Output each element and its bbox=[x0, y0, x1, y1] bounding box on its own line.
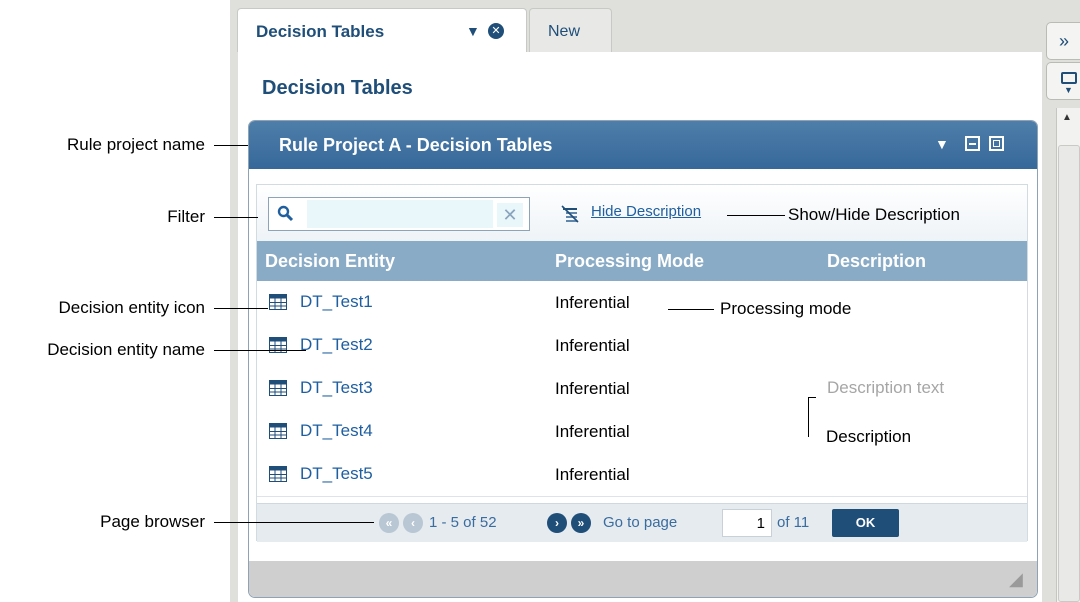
tab-decision-tables[interactable]: Decision Tables ▼ ✕ bbox=[237, 8, 527, 52]
decision-entity-name[interactable]: DT_Test3 bbox=[300, 378, 373, 398]
column-header-decision-entity[interactable]: Decision Entity bbox=[265, 251, 395, 272]
table-row[interactable]: DT_Test5 Inferential bbox=[257, 453, 1027, 497]
decision-entity-name[interactable]: DT_Test5 bbox=[300, 464, 373, 484]
decision-entity-name[interactable]: DT_Test1 bbox=[300, 292, 373, 312]
page-number-input[interactable] bbox=[722, 509, 772, 537]
page-title: Decision Tables bbox=[262, 77, 413, 99]
description-text: Description text bbox=[827, 378, 945, 397]
expand-button[interactable]: » bbox=[1046, 22, 1080, 60]
resize-grip-icon[interactable]: ◢ bbox=[1009, 569, 1023, 590]
page-count: of 11 bbox=[777, 514, 810, 531]
page-range: 1 - 5 of 52 bbox=[429, 514, 497, 531]
processing-mode: Inferential bbox=[555, 422, 630, 441]
panel-options-button[interactable]: ▼ bbox=[1046, 62, 1080, 100]
filter-box: ✕ bbox=[268, 197, 530, 231]
column-header-processing-mode[interactable]: Processing Mode bbox=[555, 251, 704, 272]
expand-icon: » bbox=[1059, 31, 1070, 51]
table-icon bbox=[269, 294, 287, 310]
callout-filter: Filter bbox=[167, 207, 205, 226]
table-header: Decision Entity Processing Mode Descript… bbox=[257, 241, 1027, 281]
scroll-up-icon[interactable]: ▲ bbox=[1062, 112, 1072, 123]
chevron-down-icon[interactable]: ▼ bbox=[466, 23, 480, 39]
processing-mode: Inferential bbox=[555, 379, 630, 398]
processing-mode: Inferential bbox=[555, 293, 630, 312]
callout-processing-mode: Processing mode bbox=[720, 299, 852, 318]
callout-page-browser: Page browser bbox=[100, 512, 205, 531]
hide-description-link[interactable]: Hide Description bbox=[591, 203, 701, 220]
table-row[interactable]: DT_Test1 Inferential bbox=[257, 281, 1027, 325]
leader-line bbox=[214, 145, 248, 146]
scrollbar-thumb[interactable] bbox=[1058, 145, 1080, 602]
panel-footer bbox=[249, 561, 1037, 597]
tab-label: Decision Tables bbox=[256, 22, 385, 41]
panel-options-icon bbox=[1061, 72, 1077, 84]
table-icon bbox=[269, 380, 287, 396]
leader-line bbox=[214, 350, 306, 351]
column-header-description[interactable]: Description bbox=[827, 251, 926, 272]
chevron-down-icon: ▼ bbox=[1064, 85, 1073, 95]
table-row[interactable]: DT_Test3 Inferential Description text bbox=[257, 367, 1027, 411]
goto-label: Go to page bbox=[603, 514, 678, 531]
leader-line bbox=[214, 217, 258, 218]
chevron-down-icon[interactable]: ▼ bbox=[935, 136, 949, 152]
minimize-icon[interactable] bbox=[965, 136, 980, 151]
processing-mode: Inferential bbox=[555, 336, 630, 355]
close-icon[interactable]: ✕ bbox=[488, 23, 504, 39]
decision-entity-name[interactable]: DT_Test4 bbox=[300, 421, 373, 441]
callout-entity-icon: Decision entity icon bbox=[58, 298, 205, 317]
panel-body: ✕ Hide Description Decision Entity Proce… bbox=[256, 184, 1028, 542]
leader-line bbox=[727, 215, 785, 216]
decision-entity-name[interactable]: DT_Test2 bbox=[300, 335, 373, 355]
leader-line bbox=[214, 522, 374, 523]
leader-line bbox=[808, 397, 809, 437]
tab-label: New bbox=[548, 23, 581, 40]
hide-description-icon[interactable] bbox=[561, 205, 579, 223]
filter-input[interactable] bbox=[307, 200, 493, 228]
clear-icon[interactable]: ✕ bbox=[497, 203, 523, 227]
prev-page-icon[interactable]: ‹ bbox=[403, 513, 423, 533]
leader-line bbox=[214, 308, 268, 309]
table-icon bbox=[269, 423, 287, 439]
leader-line bbox=[808, 397, 816, 398]
next-page-icon[interactable]: › bbox=[547, 513, 567, 533]
callout-rule-project-name: Rule project name bbox=[67, 135, 205, 154]
table-icon bbox=[269, 466, 287, 482]
tab-new[interactable]: New bbox=[529, 8, 612, 52]
callout-show-hide-description: Show/Hide Description bbox=[788, 205, 960, 224]
callout-description: Description bbox=[826, 427, 912, 446]
table-row[interactable]: DT_Test4 Inferential bbox=[257, 410, 1027, 454]
ok-button[interactable]: OK bbox=[832, 509, 899, 537]
decision-tables-panel: Rule Project A - Decision Tables ▼ ✕ Hid… bbox=[248, 120, 1038, 598]
leader-line bbox=[668, 309, 714, 310]
last-page-icon[interactable]: » bbox=[571, 513, 591, 533]
callout-entity-name: Decision entity name bbox=[47, 340, 205, 359]
first-page-icon[interactable]: « bbox=[379, 513, 399, 533]
table-row[interactable]: DT_Test2 Inferential bbox=[257, 324, 1027, 368]
panel-title: Rule Project A - Decision Tables bbox=[279, 135, 553, 155]
maximize-icon[interactable] bbox=[989, 136, 1004, 151]
panel-header: Rule Project A - Decision Tables ▼ bbox=[249, 121, 1037, 169]
processing-mode: Inferential bbox=[555, 465, 630, 484]
search-icon bbox=[277, 205, 294, 222]
